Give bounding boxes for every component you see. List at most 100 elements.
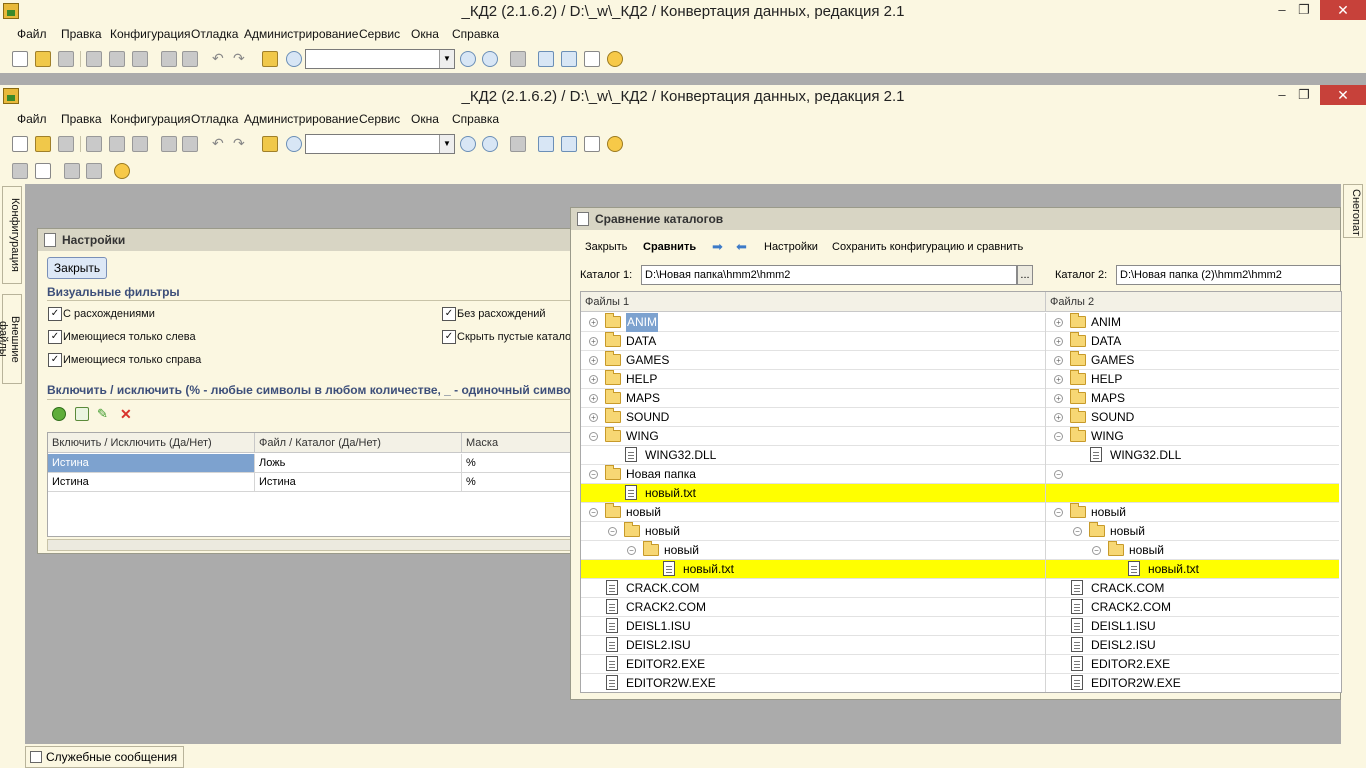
column-header[interactable]: Маска [462,433,578,453]
paste-icon[interactable] [132,136,148,152]
info-icon[interactable] [607,51,623,67]
table-cell[interactable]: Истина [48,454,255,473]
collapse-icon[interactable]: − [1054,470,1063,479]
menu-windows[interactable]: Окна [411,27,439,41]
save-icon[interactable] [58,136,74,152]
tab-configuration[interactable]: Конфигурация [2,186,22,284]
expand-icon[interactable]: + [589,337,598,346]
tree-row[interactable]: − WING − WING [581,427,1339,446]
menu-service[interactable]: Сервис [359,27,400,41]
table-cell[interactable]: Истина [48,473,255,492]
tree-row[interactable]: − Новая папка − [581,465,1339,484]
tree-cell-right[interactable]: CRACK.COM [1046,579,1341,598]
preview-icon[interactable] [182,51,198,67]
arrow-left-icon[interactable]: ⬅ [736,236,747,258]
filter-with-differences[interactable]: С расхождениями [48,307,155,321]
save-icon[interactable] [58,51,74,67]
edit-icon[interactable]: ✎ [97,407,111,421]
tree-row[interactable]: CRACK.COM CRACK.COM [581,579,1339,598]
menu-config[interactable]: Конфигурация [110,112,191,126]
tree-row[interactable]: + DATA + DATA [581,332,1339,351]
print-icon[interactable] [161,136,177,152]
tree-cell-left[interactable]: WING32.DLL [581,446,1046,465]
new-icon[interactable] [12,51,28,67]
service-messages-tab[interactable]: Служебные сообщения [25,746,185,768]
menu-edit[interactable]: Правка [61,27,102,41]
expand-icon[interactable]: + [1054,318,1063,327]
expand-icon[interactable]: + [589,394,598,403]
find-prev-icon[interactable] [482,51,498,67]
menu-debug[interactable]: Отладка [191,112,238,126]
tree-row[interactable]: новый.txt новый.txt [581,560,1339,579]
expand-icon[interactable]: + [1054,394,1063,403]
tree-cell-right[interactable]: + GAMES [1046,351,1341,370]
tree-cell-right[interactable]: DEISL2.ISU [1046,636,1341,655]
find-in-folder-icon[interactable] [262,51,278,67]
tree-cell-left[interactable]: + MAPS [581,389,1046,408]
tree-cell-right[interactable]: CRACK2.COM [1046,598,1341,617]
open-icon[interactable] [35,51,51,67]
filter-only-left[interactable]: Имеющиеся только слева [48,330,196,344]
tab-external-files[interactable]: Внешние файлы [0,294,22,384]
column-header[interactable]: Включить / Исключить (Да/Нет) [48,433,255,453]
tree-cell-left[interactable]: новый.txt [581,560,1046,579]
open-icon[interactable] [35,136,51,152]
reference-icon[interactable] [584,51,600,67]
tree-cell-left[interactable]: − новый [581,503,1046,522]
tree-cell-left[interactable]: − Новая папка [581,465,1046,484]
catalog1-input[interactable]: D:\Новая папка\hmm2\hmm2 [641,265,1017,285]
filter-no-differences[interactable]: Без расхождений [442,307,546,321]
tree-cell-left[interactable]: + SOUND [581,408,1046,427]
menu-help[interactable]: Справка [452,112,499,126]
tree-cell-left[interactable]: + GAMES [581,351,1046,370]
tree-cell-right[interactable]: − новый [1046,503,1341,522]
tree-row[interactable]: − новый − новый [581,541,1339,560]
expand-icon[interactable]: + [589,318,598,327]
collapse-icon[interactable]: − [1054,508,1063,517]
catalog2-input[interactable]: D:\Новая папка (2)\hmm2\hmm2 [1116,265,1341,285]
new-icon[interactable] [12,136,28,152]
menu-help[interactable]: Справка [452,27,499,41]
tree-cell-right[interactable]: + MAPS [1046,389,1341,408]
tree-cell-right[interactable]: новый.txt [1046,560,1341,579]
tree-cell-left[interactable]: − новый [581,541,1046,560]
settings-close-button[interactable]: Закрыть [47,257,107,279]
search-icon[interactable] [286,51,302,67]
tree-cell-right[interactable] [1046,484,1341,503]
windows-icon[interactable] [510,136,526,152]
tree-cell-left[interactable]: − новый [581,522,1046,541]
redo-icon[interactable]: ↷ [233,136,249,152]
column-header-files1[interactable]: Файлы 1 [581,292,1046,312]
copy-icon[interactable] [109,136,125,152]
table-cell[interactable]: % [462,473,578,492]
tree-cell-right[interactable]: + HELP [1046,370,1341,389]
collapse-icon[interactable]: − [1073,527,1082,536]
search-combo[interactable] [305,49,455,69]
tree-cell-right[interactable]: − [1046,465,1341,484]
menu-service[interactable]: Сервис [359,112,400,126]
menu-file[interactable]: Файл [17,27,47,41]
tree-cell-left[interactable]: DEISL2.ISU [581,636,1046,655]
table-cell[interactable]: Истина [255,473,462,492]
config-db-icon[interactable] [12,163,28,179]
expand-icon[interactable]: + [589,375,598,384]
tree-row[interactable]: + MAPS + MAPS [581,389,1339,408]
tree-cell-left[interactable]: CRACK.COM [581,579,1046,598]
tree-row[interactable]: − новый − новый [581,503,1339,522]
compare-run-action[interactable]: Сравнить [643,236,696,258]
tree-row[interactable]: CRACK2.COM CRACK2.COM [581,598,1339,617]
find-in-folder-icon[interactable] [262,136,278,152]
tree-row[interactable]: + GAMES + GAMES [581,351,1339,370]
table-cell[interactable]: Ложь [255,454,462,473]
filter-hide-empty-folders[interactable]: Скрыть пустые катало [442,330,574,344]
search-icon[interactable] [286,136,302,152]
tree-row[interactable]: + SOUND + SOUND [581,408,1339,427]
expand-icon[interactable]: + [589,356,598,365]
menu-windows[interactable]: Окна [411,112,439,126]
tree-cell-right[interactable]: − WING [1046,427,1341,446]
find-next-icon[interactable] [460,136,476,152]
tree-cell-left[interactable]: EDITOR2.EXE [581,655,1046,674]
print-icon[interactable] [161,51,177,67]
expand-icon[interactable]: + [1054,356,1063,365]
config-compare-icon[interactable] [35,163,51,179]
